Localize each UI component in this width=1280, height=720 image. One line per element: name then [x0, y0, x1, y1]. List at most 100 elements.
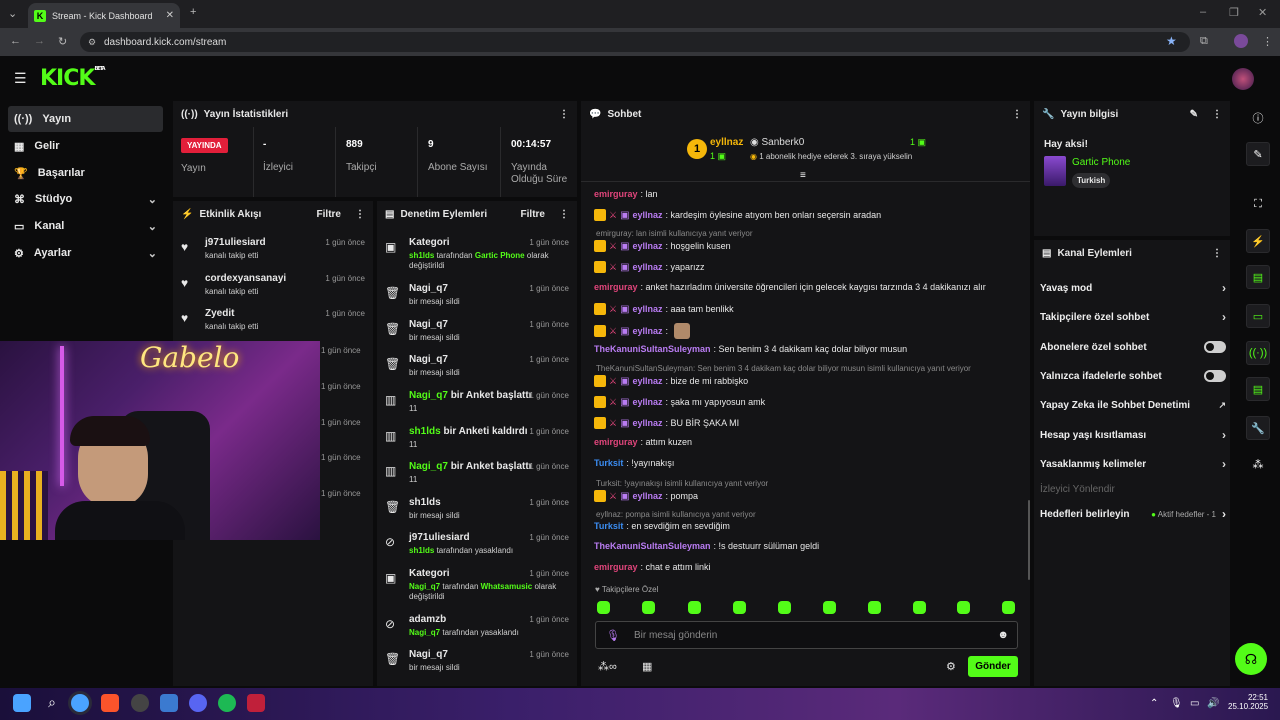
support-headset-icon[interactable]: ☊	[1235, 643, 1267, 675]
more-options-icon[interactable]: ⋮	[1012, 109, 1022, 120]
emote-icon[interactable]	[597, 601, 610, 614]
more-options-icon[interactable]: ⋮	[559, 209, 569, 220]
action-raid[interactable]: İzleyici Yönlendir	[1040, 479, 1226, 499]
chat-message[interactable]: ⚔ ▣ eyllnaz: pompa	[594, 490, 698, 502]
store-icon[interactable]: ▦	[642, 660, 652, 673]
chat-username[interactable]: TheKanuniSultanSuleyman	[594, 541, 711, 551]
sidebar-item-studyo[interactable]: ⌘ Stüdyo ⌄	[8, 186, 163, 212]
browser-menu-icon[interactable]: ⋮	[1262, 35, 1273, 48]
extensions-icon[interactable]: ⧉	[1200, 35, 1208, 48]
mod-item[interactable]: 🗑 Nagi_q7 bir mesajı sildi 1 gün önce	[385, 319, 569, 353]
emote-icon[interactable]	[688, 601, 701, 614]
chat-scrollbar[interactable]	[1028, 500, 1030, 580]
chat-message[interactable]: Turksit: en sevdiğim en sevdiğim	[594, 521, 730, 531]
more-options-icon[interactable]: ⋮	[559, 109, 569, 120]
mod-item[interactable]: 🗑 Nagi_q7 bir mesajı sildi 1 gün önce	[385, 649, 569, 683]
emote-icon[interactable]	[642, 601, 655, 614]
chat-username[interactable]: emirguray	[594, 282, 638, 292]
chat-message[interactable]: ⚔ ▣ eyllnaz: bize de mi rabbişko	[594, 375, 748, 387]
url-field[interactable]: dashboard.kick.com/stream	[80, 32, 1190, 52]
minimize-icon[interactable]: –	[1200, 6, 1206, 18]
edit-pen-icon[interactable]: ✎	[1246, 142, 1270, 166]
action-slow-mode[interactable]: Yavaş mod ›	[1040, 278, 1226, 298]
chat-message[interactable]: ⚔ ▣ eyllnaz: şaka mı yapıyosun amk	[594, 396, 765, 408]
taskbar-app-icon[interactable]	[160, 694, 178, 712]
chat-username[interactable]: eyllnaz	[633, 418, 663, 428]
chat-username[interactable]: eyllnaz	[633, 376, 663, 386]
mic-tray-icon[interactable]: 🎙	[1170, 698, 1183, 709]
sidebar-item-kanal[interactable]: ▭ Kanal ⌄	[8, 213, 163, 239]
action-banned-words[interactable]: Yasaklanmış kelimeler ›	[1040, 454, 1226, 474]
mod-item[interactable]: ▣ Kategori Nagi_q7 tarafından Whatsamusic …	[385, 568, 569, 602]
bookmark-star-icon[interactable]: ★	[1166, 34, 1177, 48]
close-window-icon[interactable]: ✕	[1258, 6, 1267, 19]
sidebar-item-ayarlar[interactable]: ⚙ Ayarlar ⌄	[8, 240, 163, 266]
chat-username[interactable]: eyllnaz	[633, 397, 663, 407]
close-tab-icon[interactable]: ✕	[166, 10, 174, 21]
chat-username[interactable]: eyllnaz	[633, 241, 663, 251]
hamburger-menu-icon[interactable]: ☰	[14, 70, 27, 87]
chat-message[interactable]: emirguray: anket hazırladım üniversite ö…	[594, 282, 986, 292]
chat-username[interactable]: emirguray	[594, 437, 638, 447]
chat-username[interactable]: emirguray	[594, 562, 638, 572]
back-icon[interactable]: ←	[10, 35, 21, 47]
mod-item[interactable]: ⊘ adamzb Nagi_q7 tarafından yasaklandı 1 gü…	[385, 614, 569, 648]
mod-item[interactable]: 🗑 Nagi_q7 bir mesajı sildi 1 gün önce	[385, 283, 569, 317]
mod-item[interactable]: ▥ Nagi_q7 bir Anket başlattı 11 1 gün önce	[385, 390, 569, 424]
fullscreen-icon[interactable]: ⛶	[1246, 192, 1270, 216]
mod-item[interactable]: 🗑 Nagi_q7 bir mesajı sildi 1 gün önce	[385, 354, 569, 388]
mod-item[interactable]: ▣ Kategori sh1lds tarafından Gartic Phone …	[385, 237, 569, 271]
sidebar-item-gelir[interactable]: ▦ Gelir	[8, 133, 163, 159]
chat-settings-icon[interactable]: ⚙	[946, 660, 956, 673]
site-info-icon[interactable]: ⚙	[88, 37, 96, 48]
network-icon[interactable]: ▭	[1190, 698, 1199, 709]
taskbar-spotify-icon[interactable]	[218, 694, 236, 712]
forward-icon[interactable]: →	[34, 35, 45, 47]
taskbar-chrome-icon[interactable]	[71, 694, 89, 712]
kicks-icon[interactable]: ⁂∞	[598, 660, 617, 673]
emoji-icon[interactable]: ☻	[997, 629, 1009, 641]
activity-item[interactable]: ♥ Zyedit kanalı takip etti 1 gün önce	[181, 308, 365, 342]
emote-icon[interactable]	[1002, 601, 1015, 614]
emote-icon[interactable]	[823, 601, 836, 614]
mod-item[interactable]: 🗑 sh1lds bir mesajı sildi 1 gün önce	[385, 497, 569, 531]
taskbar-steam-icon[interactable]	[131, 694, 149, 712]
info-icon[interactable]: ⓘ	[1246, 106, 1270, 130]
edit-icon[interactable]: ✎	[1190, 109, 1198, 120]
taskbar-discord-icon[interactable]	[189, 694, 207, 712]
profile-avatar[interactable]	[1234, 34, 1248, 48]
more-options-icon[interactable]: ⋮	[1212, 109, 1222, 120]
user-avatar[interactable]	[1232, 68, 1254, 90]
emote-icon[interactable]	[868, 601, 881, 614]
kicks-rail-icon[interactable]: ⁂	[1246, 452, 1270, 476]
emote-icon[interactable]	[733, 601, 746, 614]
chat-message[interactable]: emirguray: lan	[594, 189, 658, 199]
clock[interactable]: 22:51 25.10.2025	[1228, 693, 1268, 711]
chat-username[interactable]: eyllnaz	[633, 326, 663, 336]
chat-message[interactable]: ⚔ ▣ eyllnaz: hoşgelin kusen	[594, 240, 731, 252]
activity-item[interactable]: ♥ cordexyansanayi kanalı takip etti 1 gün ö…	[181, 273, 365, 307]
emote-icon[interactable]	[957, 601, 970, 614]
chat-message[interactable]: emirguray: attım kuzen	[594, 437, 692, 447]
more-options-icon[interactable]: ⋮	[355, 209, 365, 220]
chat-message[interactable]: ⚔ ▣ eyllnaz: yaparızz	[594, 261, 705, 273]
chat-username[interactable]: eyllnaz	[633, 304, 663, 314]
quick-actions-icon[interactable]: ⚡	[1246, 229, 1270, 253]
chat-message[interactable]: ⚔ ▣ eyllnaz: BU BİR ŞAKA MI	[594, 417, 739, 429]
chat-username[interactable]: eyllnaz	[633, 262, 663, 272]
chat-input[interactable]: 🎙 Bir mesaj gönderin ☻	[595, 621, 1018, 649]
subscribers-only-toggle[interactable]	[1204, 341, 1226, 353]
emotes-only-toggle[interactable]	[1204, 370, 1226, 382]
emote-icon[interactable]	[778, 601, 791, 614]
chat-username[interactable]: eyllnaz	[633, 491, 663, 501]
chat-message[interactable]: Turksit: !yayınakışı	[594, 458, 674, 468]
chat-username[interactable]: eyllnaz	[633, 210, 663, 220]
notes-icon[interactable]: ▤	[1246, 265, 1270, 289]
chat-username[interactable]: Turksit	[594, 521, 623, 531]
new-tab-icon[interactable]: +	[190, 6, 196, 18]
second-gifter[interactable]: ◉ Sanberk0	[750, 137, 804, 148]
action-account-age[interactable]: Hesap yaşı kısıtlaması ›	[1040, 425, 1226, 445]
mod-item[interactable]: ⊘ j971uliesiard sh1lds tarafından yasaklan…	[385, 532, 569, 566]
tab-search-icon[interactable]: ⌄	[8, 7, 17, 20]
chat-message[interactable]: ⚔ ▣ eyllnaz: kardeşim öylesine atıyom ben …	[594, 209, 881, 221]
